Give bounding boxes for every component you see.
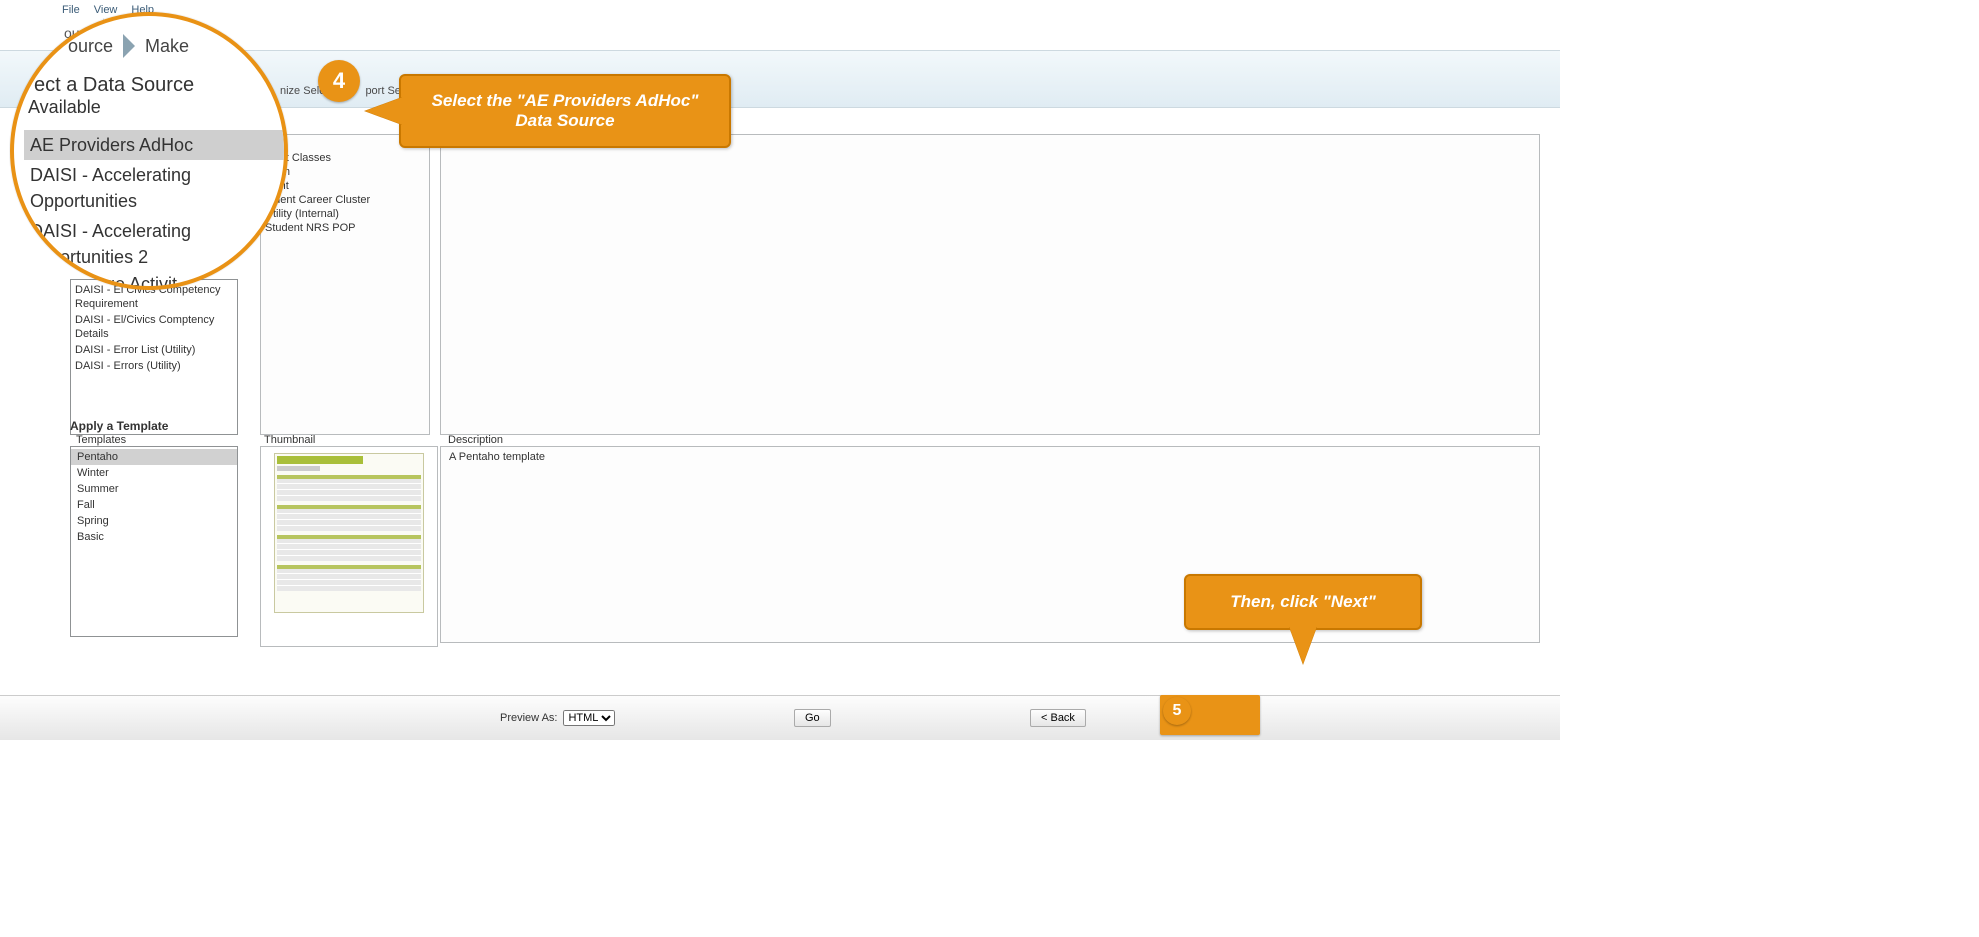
- thumbnail-label: Thumbnail: [264, 434, 315, 446]
- template-thumbnail-icon: [274, 453, 424, 613]
- template-item[interactable]: Pentaho: [71, 449, 237, 465]
- upper-description-panel: [440, 134, 1540, 435]
- description-label: Description: [448, 434, 503, 446]
- callout-step-5-text: Then, click "Next": [1230, 592, 1376, 612]
- available-listbox[interactable]: DAISI - El Civics Competency Requirement…: [70, 279, 238, 435]
- available-item[interactable]: DAISI - Errors (Utility): [71, 358, 237, 374]
- details-item[interactable]: gram: [263, 165, 427, 179]
- go-button[interactable]: Go: [794, 709, 831, 727]
- callout-tail-icon: [365, 97, 403, 125]
- thumbnail-panel: [260, 446, 438, 647]
- details-item[interactable]: ident: [263, 179, 427, 193]
- description-text: A Pentaho template: [449, 451, 545, 463]
- callout-step-5: Then, click "Next": [1184, 574, 1422, 630]
- template-item[interactable]: Basic: [71, 529, 237, 545]
- available-item[interactable]: DAISI - El/Civics Comptency Details: [71, 312, 237, 342]
- magnifier-zoom: ource Make ect a Data Source Available A…: [10, 12, 288, 290]
- details-item[interactable]: Utility (Internal): [263, 207, 427, 221]
- details-item[interactable]: Student NRS POP: [263, 221, 427, 235]
- details-listbox[interactable]: ils oc ident Classes gram ident tudent C…: [260, 134, 430, 435]
- step-5-badge: 5: [1163, 697, 1191, 725]
- apply-template-heading: Apply a Template: [70, 419, 168, 433]
- mag-crumb-make: Make: [145, 36, 189, 57]
- template-item[interactable]: Spring: [71, 513, 237, 529]
- step-4-badge: 4: [318, 60, 360, 102]
- callout-step-4: Select the "AE Providers AdHoc" Data Sou…: [399, 74, 731, 148]
- mag-item-daisi-1[interactable]: DAISI - Accelerating Opportunities: [24, 160, 284, 216]
- templates-listbox[interactable]: Pentaho Winter Summer Fall Spring Basic: [70, 446, 238, 637]
- mag-crumb-source: ource: [68, 36, 113, 57]
- template-item[interactable]: Fall: [71, 497, 237, 513]
- chevron-right-icon: [123, 34, 135, 58]
- preview-as-select[interactable]: HTML: [563, 710, 615, 726]
- available-item[interactable]: DAISI - Error List (Utility): [71, 342, 237, 358]
- mag-heading: ect a Data Source: [34, 74, 284, 97]
- details-item[interactable]: tudent Career Cluster: [263, 193, 427, 207]
- menu-file[interactable]: File: [62, 4, 80, 16]
- template-item[interactable]: Winter: [71, 465, 237, 481]
- back-button[interactable]: < Back: [1030, 709, 1086, 727]
- mag-item-ae-providers[interactable]: AE Providers AdHoc: [24, 130, 284, 160]
- templates-label: Templates: [76, 434, 126, 446]
- mag-subheading: Available: [28, 97, 284, 118]
- preview-as-label: Preview As:: [500, 712, 557, 724]
- footer-bar: Preview As: HTML Go < Back Next >: [0, 695, 1560, 740]
- mag-item-daisi-2[interactable]: DAISI - Accelerating opportunities 2: [24, 216, 284, 272]
- callout-step-4-text: Select the "AE Providers AdHoc" Data Sou…: [415, 91, 715, 131]
- callout-tail-icon: [1289, 626, 1317, 664]
- template-item[interactable]: Summer: [71, 481, 237, 497]
- menu-view[interactable]: View: [94, 4, 118, 16]
